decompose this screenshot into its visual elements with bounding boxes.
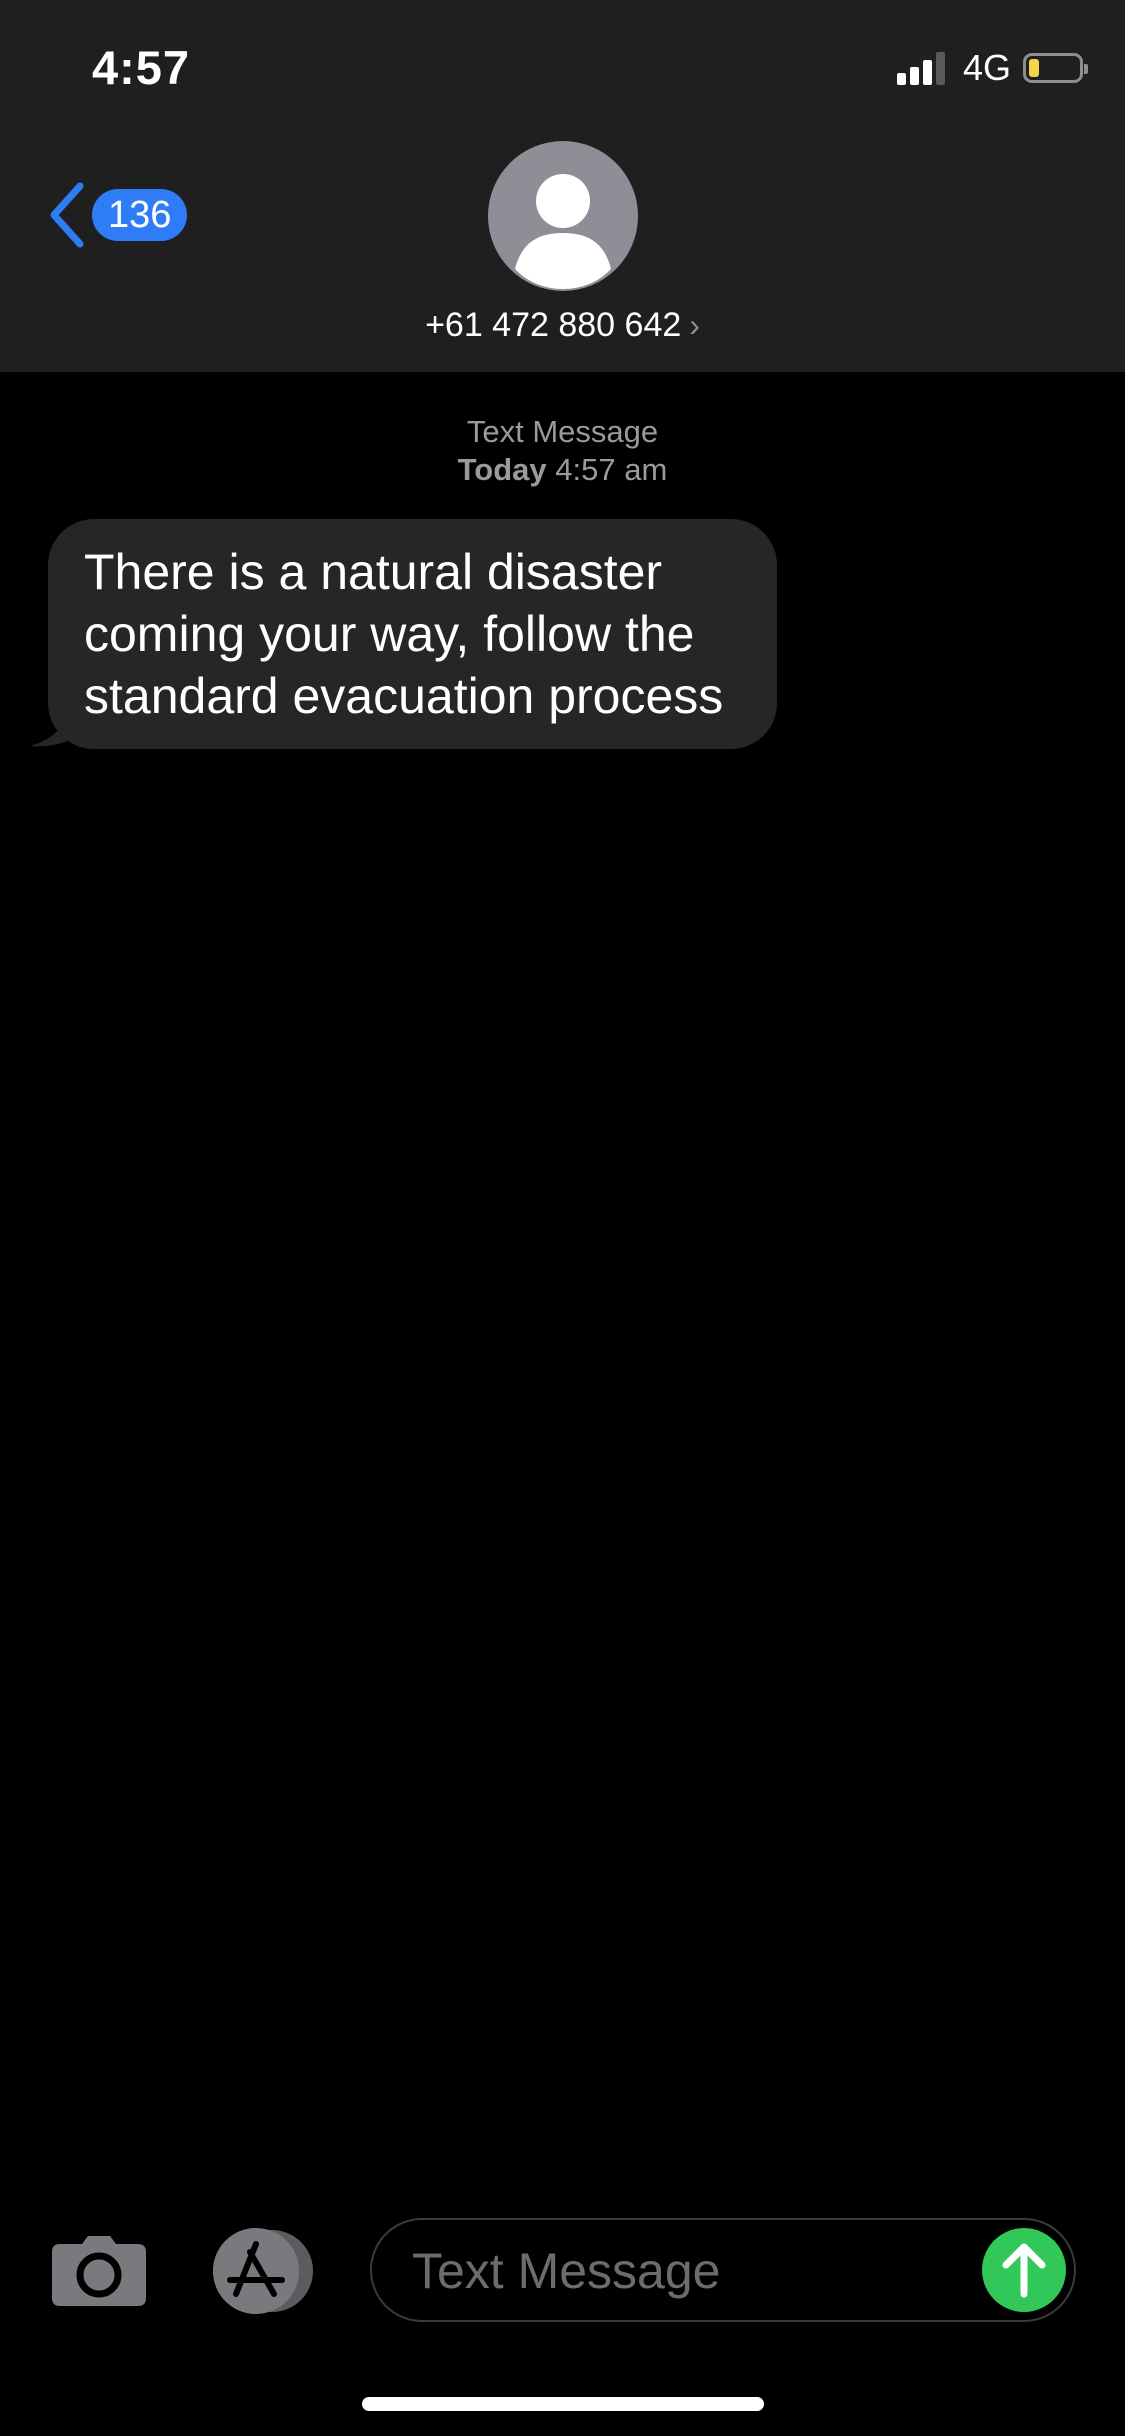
message-input[interactable] [410,2220,954,2321]
send-button[interactable] [982,2228,1066,2312]
unread-count-badge: 136 [92,189,188,241]
cellular-signal-icon [896,51,949,85]
messages-screen: 4:57 4G 136 +61 472 880 642 › Text Messa… [0,0,1125,2436]
contact-details-button[interactable]: +61 472 880 642 › [0,306,1125,345]
battery-icon [1023,53,1088,83]
contact-phone-number: +61 472 880 642 [425,306,682,344]
message-service-label: Text Message [466,414,659,449]
chevron-right-icon: › [689,307,700,343]
chevron-left-icon [50,182,84,248]
contact-avatar[interactable] [488,141,638,291]
home-indicator[interactable] [362,2397,764,2411]
battery-level-fill [1029,59,1039,77]
arrow-up-icon [1002,2243,1046,2298]
person-silhouette-icon [515,174,611,289]
message-text: There is a natural disaster coming your … [84,544,724,724]
conversation-header: 4:57 4G 136 +61 472 880 642 › [0,0,1125,372]
camera-icon[interactable] [52,2236,146,2306]
app-store-icon[interactable] [210,2228,318,2314]
message-compose-field[interactable] [370,2218,1076,2322]
message-timestamp: Today 4:57 am [0,452,1125,488]
message-day: Today [457,452,547,487]
status-time: 4:57 [92,41,191,94]
status-indicators: 4G [896,47,1088,88]
network-type: 4G [962,47,1011,88]
incoming-message-bubble[interactable]: There is a natural disaster coming your … [48,519,777,749]
back-button[interactable]: 136 [44,180,188,250]
message-time: 4:57 am [555,452,668,487]
